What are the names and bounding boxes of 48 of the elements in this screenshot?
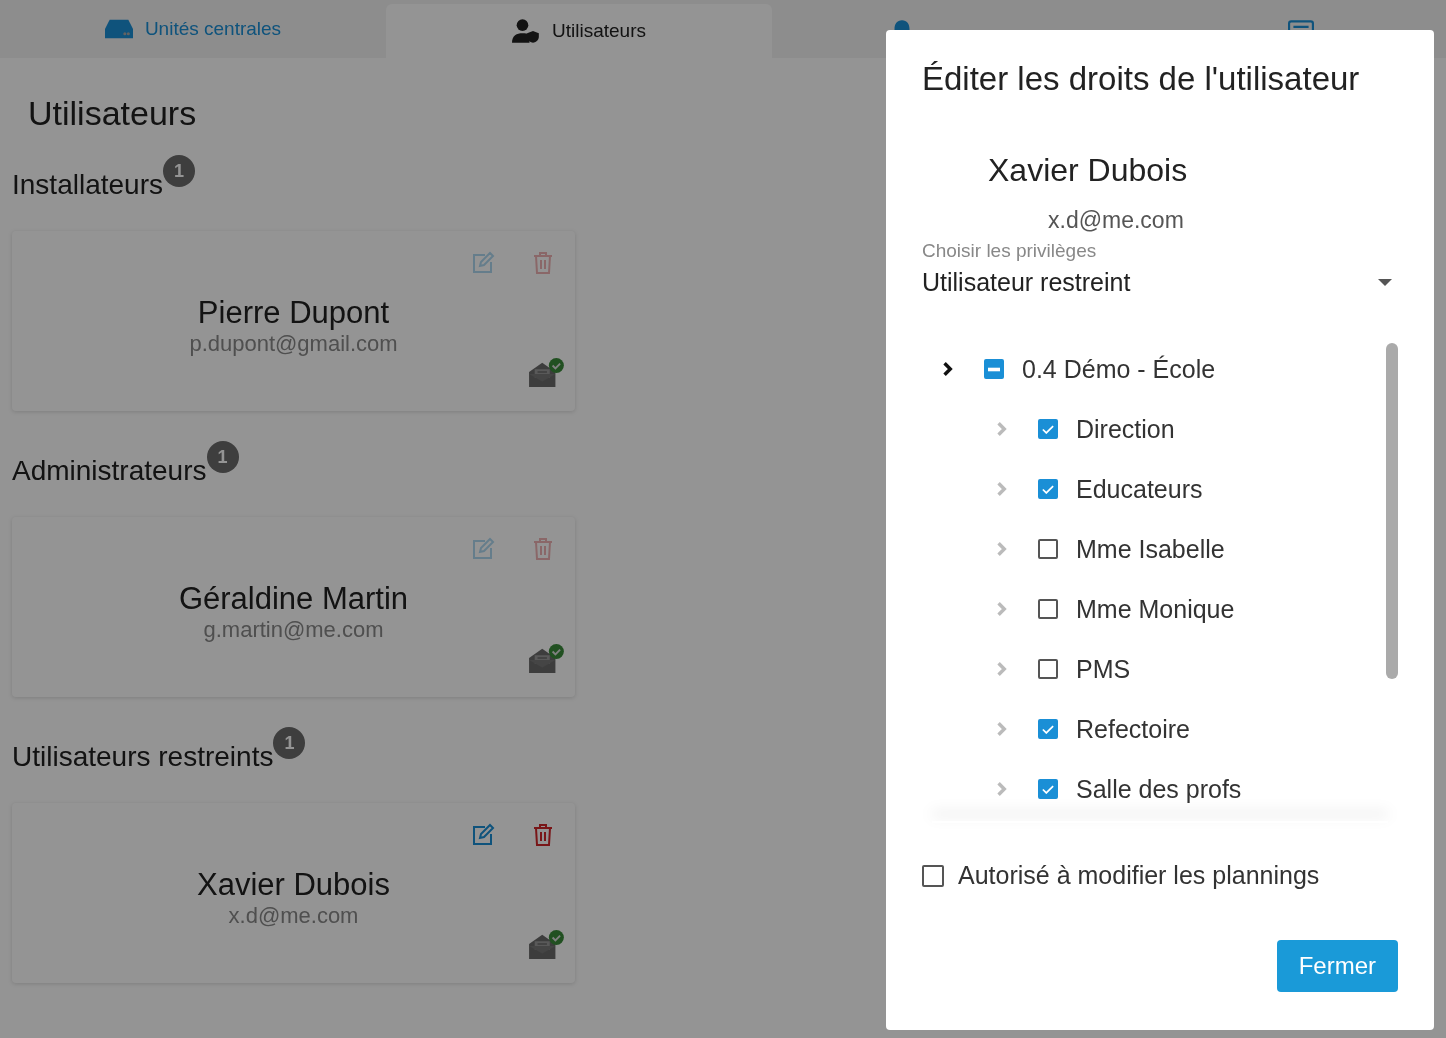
scrollbar[interactable] xyxy=(1386,343,1398,679)
checkbox[interactable] xyxy=(1038,479,1058,499)
group-title: Administrateurs xyxy=(12,455,207,487)
field-label: Choisir les privilèges xyxy=(922,240,1098,262)
check-icon xyxy=(1042,484,1054,494)
user-email: p.dupont@gmail.com xyxy=(188,331,399,357)
check-icon xyxy=(1042,784,1054,794)
tab[interactable]: Utilisateurs xyxy=(386,4,772,58)
tree-item-label[interactable]: Salle des profs xyxy=(1076,774,1242,804)
group-title: Installateurs xyxy=(12,169,163,201)
tree-item-label[interactable]: Mme Isabelle xyxy=(1076,534,1225,564)
count-badge: 1 xyxy=(206,441,239,473)
count-badge: 1 xyxy=(273,727,306,759)
user-email: x.d@me.com xyxy=(227,903,360,929)
user-shield-icon xyxy=(512,19,540,43)
user-email: g.martin@me.com xyxy=(202,617,385,643)
dialog-title: Éditer les droits de l'utilisateur xyxy=(922,60,1361,98)
tree-item-label[interactable]: Refectoire xyxy=(1076,714,1190,744)
user-name: Pierre Dupont xyxy=(196,295,391,331)
group-title: Utilisateurs restreints xyxy=(12,741,274,773)
page-title: Utilisateurs xyxy=(27,94,198,133)
checkbox[interactable] xyxy=(1038,719,1058,739)
check-icon xyxy=(1042,424,1054,434)
checkbox[interactable] xyxy=(1038,659,1058,679)
tree-item-label[interactable]: 0.4 Démo - École xyxy=(1022,354,1216,384)
checkbox[interactable] xyxy=(1038,539,1058,559)
privilege-select[interactable]: Utilisateur restreint xyxy=(922,262,1398,303)
checkbox[interactable] xyxy=(1038,779,1058,799)
caret-icon xyxy=(1378,279,1392,286)
edit-icon[interactable] xyxy=(471,823,495,847)
checkbox[interactable] xyxy=(984,359,1004,379)
check-icon xyxy=(1042,724,1054,734)
tree-item-label[interactable]: PMS xyxy=(1076,654,1131,684)
checkbox[interactable] xyxy=(922,864,944,887)
count-badge: 1 xyxy=(162,155,195,187)
tree-item-label[interactable]: Educateurs xyxy=(1076,474,1203,504)
checkbox-label[interactable]: Autorisé à modifier les plannings xyxy=(958,861,1320,890)
tree-item-label[interactable]: Direction xyxy=(1076,414,1175,444)
checkbox[interactable] xyxy=(1038,419,1058,439)
user-name: Géraldine Martin xyxy=(177,581,410,617)
trash-icon[interactable] xyxy=(531,823,555,847)
chevron-icon[interactable] xyxy=(942,361,954,377)
user-name: Xavier Dubois xyxy=(988,152,1189,189)
server-icon xyxy=(104,17,133,41)
tree-item-label[interactable]: Mme Monique xyxy=(1076,594,1235,624)
user-name: Xavier Dubois xyxy=(196,867,391,903)
user-email: x.d@me.com xyxy=(1048,207,1185,234)
checkbox[interactable] xyxy=(1038,599,1058,619)
